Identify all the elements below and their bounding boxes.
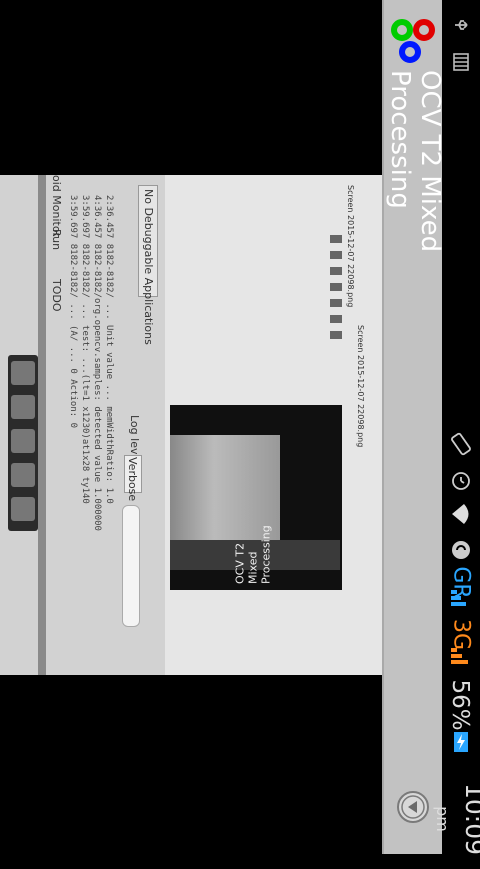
viewer-toolbar xyxy=(330,235,342,345)
log-line: 4:36.457 8182-8182/org.opencv.samples: d… xyxy=(92,195,102,531)
photographed-launcher xyxy=(8,355,38,531)
launcher-icon xyxy=(11,395,35,419)
opencv-logo-icon xyxy=(391,19,435,63)
clock-ampm: pm xyxy=(433,806,452,832)
alarm-icon xyxy=(452,472,470,490)
battery-percentage: 56% xyxy=(447,679,473,731)
todo-label: TODO xyxy=(50,279,63,312)
usb-icon xyxy=(455,20,468,30)
wifi-icon xyxy=(452,504,469,524)
camera-preview: oid Monitor Run TODO 3:59.697 8182-8182/… xyxy=(0,0,382,854)
signal-icon xyxy=(451,590,466,606)
signal-icon xyxy=(451,648,468,664)
status-bar: GR 3G 56% 10:09 pm xyxy=(433,0,480,855)
run-label: Run xyxy=(50,229,63,251)
captured-screenshot-title: OCV T2 Mixed Processing xyxy=(233,525,273,585)
log-line: 3:59.697 8182-8182/ ... (A/ ... 0 Action… xyxy=(68,195,78,428)
storage-icon xyxy=(453,53,469,71)
camera-frame: oid Monitor Run TODO 3:59.697 8182-8182/… xyxy=(0,175,382,675)
monitor-label: oid Monitor xyxy=(50,175,63,238)
photo-panel-edge xyxy=(38,175,46,675)
launcher-icon xyxy=(11,463,35,487)
clock: 10:09 pm xyxy=(431,769,480,869)
log-line: 3:59.697 8182-8182/ ... test: ...(lt=1 x… xyxy=(80,195,90,504)
window-title: Screen 2015-12-07 22098.png xyxy=(356,325,365,448)
log-level-value: Verbose xyxy=(126,457,139,502)
app-title: OCV T2 Mixed Processing xyxy=(385,70,445,253)
log-line: 2:36.457 8182-8182/ ... Unit value ... m… xyxy=(104,195,114,504)
launcher-icon xyxy=(11,361,35,385)
launcher-icon xyxy=(11,497,35,521)
debuggable-label: No Debuggable Applications xyxy=(142,189,155,345)
battery-charging-icon xyxy=(454,732,468,752)
overflow-menu-icon[interactable] xyxy=(396,790,430,824)
log-search-field xyxy=(122,505,140,627)
clock-time: 10:09 xyxy=(460,782,480,856)
screen-rotation-icon xyxy=(451,432,471,456)
window-title: Screen 2015-12-07 22098.png xyxy=(346,185,355,308)
action-bar: OCV T2 Mixed Processing xyxy=(382,0,445,854)
launcher-icon xyxy=(11,429,35,453)
